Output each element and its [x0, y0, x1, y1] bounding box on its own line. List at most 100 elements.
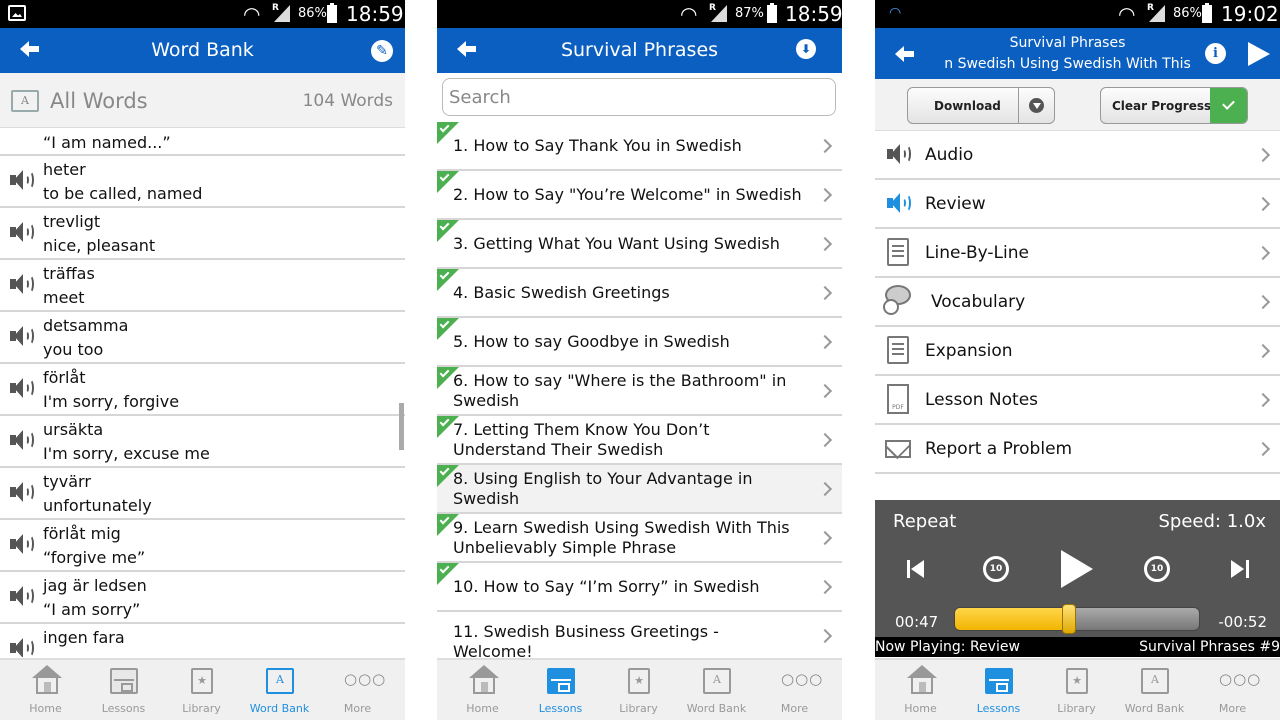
word-text: heter	[43, 160, 86, 179]
list-item[interactable]: trevligt nice, pleasant	[0, 208, 405, 260]
bottom-tab-bar: Home Lessons ★ Library A Word Bank ○○○ More	[437, 658, 842, 720]
speaker-icon[interactable]	[10, 170, 38, 192]
word-text: tyvärr	[43, 472, 91, 491]
lesson-row[interactable]: 4. Basic Swedish Greetings	[437, 269, 842, 318]
speaker-icon[interactable]	[10, 586, 38, 608]
list-item[interactable]: “I am named...”	[0, 129, 405, 156]
tab-library[interactable]: ★ Library	[161, 660, 242, 720]
elapsed-time: 00:47	[895, 613, 939, 631]
speaker-icon[interactable]	[10, 378, 38, 400]
clock: 18:59	[785, 2, 842, 26]
play-icon[interactable]	[1248, 42, 1270, 66]
lesson-row[interactable]: 9. Learn Swedish Using Swedish With This…	[437, 514, 842, 563]
repeat-toggle[interactable]: Repeat	[893, 511, 956, 532]
chevron-right-icon	[1255, 196, 1271, 211]
chevron-right-icon	[1255, 294, 1271, 309]
tab-lessons[interactable]: Lessons	[520, 660, 601, 720]
lesson-row[interactable]: 5. How to say Goodbye in Swedish	[437, 318, 842, 367]
search-area	[437, 73, 842, 122]
rewind-10-icon[interactable]: 10	[983, 556, 1009, 582]
speaker-icon[interactable]	[10, 638, 38, 657]
speaker-icon[interactable]	[10, 534, 38, 556]
speaker-icon[interactable]	[10, 326, 38, 348]
list-item[interactable]: träffas meet	[0, 260, 405, 312]
tab-word-bank[interactable]: A Word Bank	[239, 660, 320, 720]
lesson-row[interactable]: 2. How to Say "You’re Welcome" in Swedis…	[437, 171, 842, 220]
progress-knob[interactable]	[1061, 604, 1076, 634]
bottom-tab-bar: Home Lessons ★ Library A Word Bank ○○○ More	[0, 658, 405, 720]
all-words-header[interactable]: A All Words 104 Words	[0, 73, 405, 128]
search-input[interactable]	[442, 78, 836, 116]
roaming-icon: R	[272, 3, 279, 13]
info-icon[interactable]: i	[1205, 43, 1226, 64]
chevron-right-icon	[817, 530, 833, 545]
play-button[interactable]	[1061, 550, 1093, 588]
list-item[interactable]: ursäkta I'm sorry, excuse me	[0, 416, 405, 468]
lesson-row[interactable]: 10. How to Say “I’m Sorry” in Swedish	[437, 563, 842, 612]
lesson-row[interactable]: 1. How to Say Thank You in Swedish	[437, 122, 842, 171]
speaker-icon[interactable]	[10, 430, 38, 452]
lesson-row[interactable]: 6. How to say "Where is the Bathroom" in…	[437, 367, 842, 416]
speaker-icon[interactable]	[10, 482, 38, 504]
lesson-list[interactable]: 1. How to Say Thank You in Swedish 2. Ho…	[437, 122, 842, 657]
battery-icon	[1202, 3, 1212, 23]
menu-item-lesson-notes[interactable]: Lesson Notes	[875, 376, 1280, 425]
menu-item-review[interactable]: Review	[875, 180, 1280, 229]
tab-home[interactable]: Home	[442, 660, 523, 720]
list-item[interactable]: ingen fara	[0, 624, 405, 657]
remaining-time: -00:52	[1218, 613, 1267, 631]
list-item[interactable]: jag är ledsen “I am sorry”	[0, 572, 405, 624]
word-bank-screen: ◠ R 86% 18:59 Word Bank ✎ A All Words 10…	[0, 0, 405, 720]
word-text: ingen fara	[43, 628, 125, 647]
checkmark-icon	[1210, 88, 1247, 123]
download-button[interactable]: Download	[907, 87, 1055, 124]
tab-lessons[interactable]: Lessons	[83, 660, 164, 720]
forward-10-icon[interactable]: 10	[1144, 556, 1170, 582]
tab-home[interactable]: Home	[5, 660, 86, 720]
word-text: detsamma	[43, 316, 129, 335]
tab-word-bank[interactable]: A Word Bank	[676, 660, 757, 720]
clear-progress-button[interactable]: Clear Progress	[1100, 87, 1248, 124]
tab-library[interactable]: ★ Library	[1036, 660, 1117, 720]
menu-item-report-problem[interactable]: Report a Problem	[875, 425, 1280, 474]
chevron-right-icon	[1255, 343, 1271, 358]
menu-item-expansion[interactable]: Expansion	[875, 327, 1280, 376]
tab-more[interactable]: ○○○ More	[1192, 660, 1273, 720]
list-item[interactable]: heter to be called, named	[0, 156, 405, 208]
skip-next-icon[interactable]	[1231, 560, 1249, 580]
tab-more[interactable]: ○○○ More	[754, 660, 835, 720]
menu-item-audio[interactable]: Audio	[875, 131, 1280, 180]
speaker-icon[interactable]	[10, 222, 38, 244]
speed-control[interactable]: Speed: 1.0x	[1159, 511, 1267, 532]
tab-more[interactable]: ○○○ More	[317, 660, 398, 720]
tab-lessons[interactable]: Lessons	[958, 660, 1039, 720]
edit-pencil-icon[interactable]: ✎	[371, 40, 393, 62]
tab-library[interactable]: ★ Library	[598, 660, 679, 720]
library-book-icon: ★	[1066, 668, 1088, 694]
scrollbar-thumb[interactable]	[399, 403, 404, 450]
list-item[interactable]: förlåt I'm sorry, forgive	[0, 364, 405, 416]
chevron-right-icon	[817, 334, 833, 349]
speaker-icon[interactable]	[10, 274, 38, 296]
mail-icon	[885, 440, 911, 458]
tab-home[interactable]: Home	[880, 660, 961, 720]
progress-track[interactable]	[954, 607, 1200, 631]
more-dots-icon: ○○○	[1219, 670, 1262, 688]
lesson-row[interactable]: 7. Letting Them Know You Don’t Understan…	[437, 416, 842, 465]
lesson-row[interactable]: 11. Swedish Business Greetings - Welcome…	[437, 612, 842, 657]
lesson-row[interactable]: 3. Getting What You Want Using Swedish	[437, 220, 842, 269]
list-item[interactable]: tyvärr unfortunately	[0, 468, 405, 520]
back-button[interactable]	[895, 45, 915, 63]
list-item[interactable]: detsamma you too	[0, 312, 405, 364]
menu-item-vocabulary[interactable]: Vocabulary	[875, 278, 1280, 327]
skip-previous-icon[interactable]	[907, 560, 925, 580]
vocabulary-icon	[883, 285, 911, 315]
menu-item-line-by-line[interactable]: Line-By-Line	[875, 229, 1280, 278]
chevron-right-icon	[817, 579, 833, 594]
chevron-right-icon	[817, 628, 833, 643]
list-item[interactable]: förlåt mig “forgive me”	[0, 520, 405, 572]
lesson-row-highlighted[interactable]: 8. Using English to Your Advantage in Sw…	[437, 465, 842, 514]
tab-word-bank[interactable]: A Word Bank	[1114, 660, 1195, 720]
download-circle-icon[interactable]: ⬇	[796, 39, 816, 59]
word-list[interactable]: “I am named...” heter to be called, name…	[0, 129, 405, 657]
